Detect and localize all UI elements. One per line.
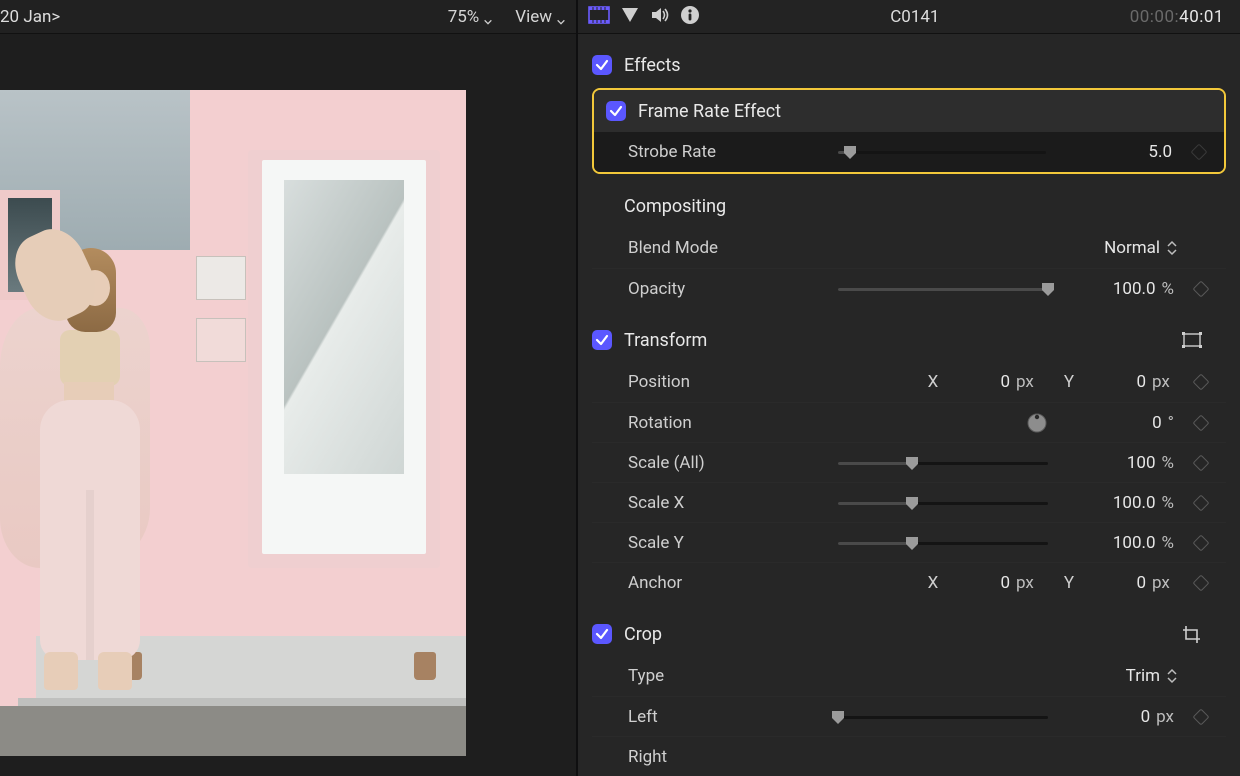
timecode-value: 40:01 — [1179, 7, 1224, 27]
view-dropdown[interactable]: View — [515, 7, 566, 27]
blend-mode-value: Normal — [1104, 238, 1160, 258]
crop-onscreen-controls-icon[interactable] — [1178, 623, 1206, 645]
transform-onscreen-controls-icon[interactable] — [1178, 329, 1206, 351]
scale-all-keyframe-icon[interactable] — [1188, 457, 1214, 469]
position-row: Position X0px Y0px — [592, 362, 1226, 402]
chevron-down-icon — [556, 12, 566, 22]
crop-checkbox[interactable] — [592, 624, 612, 644]
info-tab-icon[interactable] — [680, 5, 700, 29]
section-crop: Crop Type Trim — [592, 612, 1226, 776]
breadcrumb[interactable]: 20 Jan> — [0, 7, 60, 27]
viewer-canvas[interactable] — [0, 34, 576, 776]
crop-left-row: Left 0px — [592, 696, 1226, 736]
scale-y-label: Scale Y — [628, 533, 828, 553]
frame-rate-effect-header[interactable]: Frame Rate Effect — [594, 90, 1224, 132]
strobe-rate-keyframe-icon[interactable] — [1186, 146, 1212, 158]
inspector-top-bar: C0141 00:00:40:01 — [578, 0, 1240, 34]
viewer-top-bar: 20 Jan> 75% View — [0, 0, 576, 34]
scale-y-keyframe-icon[interactable] — [1188, 537, 1214, 549]
crop-type-select[interactable]: Trim — [1126, 666, 1178, 686]
crop-title: Crop — [624, 624, 662, 645]
zoom-value: 75% — [448, 7, 480, 27]
frame-rate-effect-checkbox[interactable] — [606, 101, 626, 121]
anchor-row: Anchor X0px Y0px — [592, 562, 1226, 602]
crop-type-label: Type — [628, 666, 828, 686]
clip-duration: 00:00:40:01 — [1130, 7, 1224, 27]
compositing-title: Compositing — [624, 196, 726, 217]
strobe-rate-value[interactable]: 5.0 — [1056, 142, 1176, 162]
crop-right-label: Right — [628, 747, 828, 767]
frame-rate-effect-title: Frame Rate Effect — [638, 101, 781, 122]
opacity-label: Opacity — [628, 279, 828, 299]
strobe-rate-label: Strobe Rate — [628, 142, 828, 162]
scale-all-value[interactable]: 100% — [1058, 453, 1178, 473]
effects-checkbox[interactable] — [592, 55, 612, 75]
transform-checkbox[interactable] — [592, 330, 612, 350]
position-x-field[interactable]: X0px — [924, 372, 1042, 392]
blend-mode-select[interactable]: Normal — [1104, 238, 1178, 258]
scale-y-row: Scale Y 100.0% — [592, 522, 1226, 562]
rotation-label: Rotation — [628, 413, 828, 433]
blend-mode-row: Blend Mode Normal — [592, 228, 1226, 268]
transform-title: Transform — [624, 330, 707, 351]
zoom-dropdown[interactable]: 75% — [448, 7, 494, 27]
preview-frame — [0, 90, 466, 756]
strobe-rate-slider[interactable] — [838, 143, 1046, 161]
crop-type-value: Trim — [1126, 666, 1160, 686]
position-keyframe-icon[interactable] — [1188, 376, 1214, 388]
scale-x-value[interactable]: 100.0% — [1058, 493, 1178, 513]
video-tab-icon[interactable] — [620, 6, 640, 28]
updown-icon — [1166, 240, 1178, 256]
chevron-down-icon — [483, 12, 493, 22]
opacity-row: Opacity 100.0% — [592, 268, 1226, 308]
frame-rate-effect-block: Frame Rate Effect Strobe Rate 5.0 — [592, 88, 1226, 174]
opacity-keyframe-icon[interactable] — [1188, 283, 1214, 295]
rotation-row: Rotation 0° — [592, 402, 1226, 442]
anchor-y-field[interactable]: Y0px — [1060, 573, 1178, 593]
rotation-dial-icon[interactable] — [1026, 412, 1048, 434]
anchor-x-field[interactable]: X0px — [924, 573, 1042, 593]
section-compositing: Compositing Blend Mode Normal — [592, 184, 1226, 308]
section-transform: Transform Position X0px — [592, 318, 1226, 602]
filmstrip-icon[interactable] — [588, 6, 610, 28]
strobe-rate-row: Strobe Rate 5.0 — [594, 132, 1224, 172]
scale-all-label: Scale (All) — [628, 453, 828, 473]
viewer-pane: 20 Jan> 75% View — [0, 0, 576, 776]
inspector-panel: Effects Frame Rate Effect Strobe Rate — [578, 34, 1240, 776]
position-label: Position — [628, 372, 828, 392]
effects-title: Effects — [624, 55, 681, 76]
scale-x-row: Scale X 100.0% — [592, 482, 1226, 522]
crop-left-keyframe-icon[interactable] — [1188, 711, 1214, 723]
audio-tab-icon[interactable] — [650, 6, 670, 28]
crop-right-row: Right — [592, 736, 1226, 776]
rotation-value[interactable]: 0° — [1058, 413, 1178, 433]
position-y-field[interactable]: Y0px — [1060, 372, 1178, 392]
crop-left-label: Left — [628, 707, 828, 727]
anchor-keyframe-icon[interactable] — [1188, 577, 1214, 589]
blend-mode-label: Blend Mode — [628, 238, 828, 258]
rotation-keyframe-icon[interactable] — [1188, 417, 1214, 429]
scale-x-slider[interactable] — [838, 494, 1048, 512]
opacity-value[interactable]: 100.0% — [1058, 279, 1178, 299]
scale-x-label: Scale X — [628, 493, 828, 513]
scale-y-slider[interactable] — [838, 534, 1048, 552]
scale-all-row: Scale (All) 100% — [592, 442, 1226, 482]
opacity-slider[interactable] — [838, 280, 1048, 298]
crop-type-row: Type Trim — [592, 656, 1226, 696]
scale-y-value[interactable]: 100.0% — [1058, 533, 1178, 553]
crop-left-slider[interactable] — [838, 708, 1048, 726]
inspector-pane: C0141 00:00:40:01 Effects Frame — [576, 0, 1240, 776]
anchor-label: Anchor — [628, 573, 828, 593]
scale-all-slider[interactable] — [838, 454, 1048, 472]
updown-icon — [1166, 668, 1178, 684]
clip-name: C0141 — [890, 7, 939, 27]
timecode-prefix: 00:00: — [1130, 7, 1179, 27]
crop-left-value[interactable]: 0px — [1058, 707, 1178, 727]
view-label: View — [515, 7, 552, 27]
section-effects: Effects — [592, 42, 1226, 88]
scale-x-keyframe-icon[interactable] — [1188, 497, 1214, 509]
